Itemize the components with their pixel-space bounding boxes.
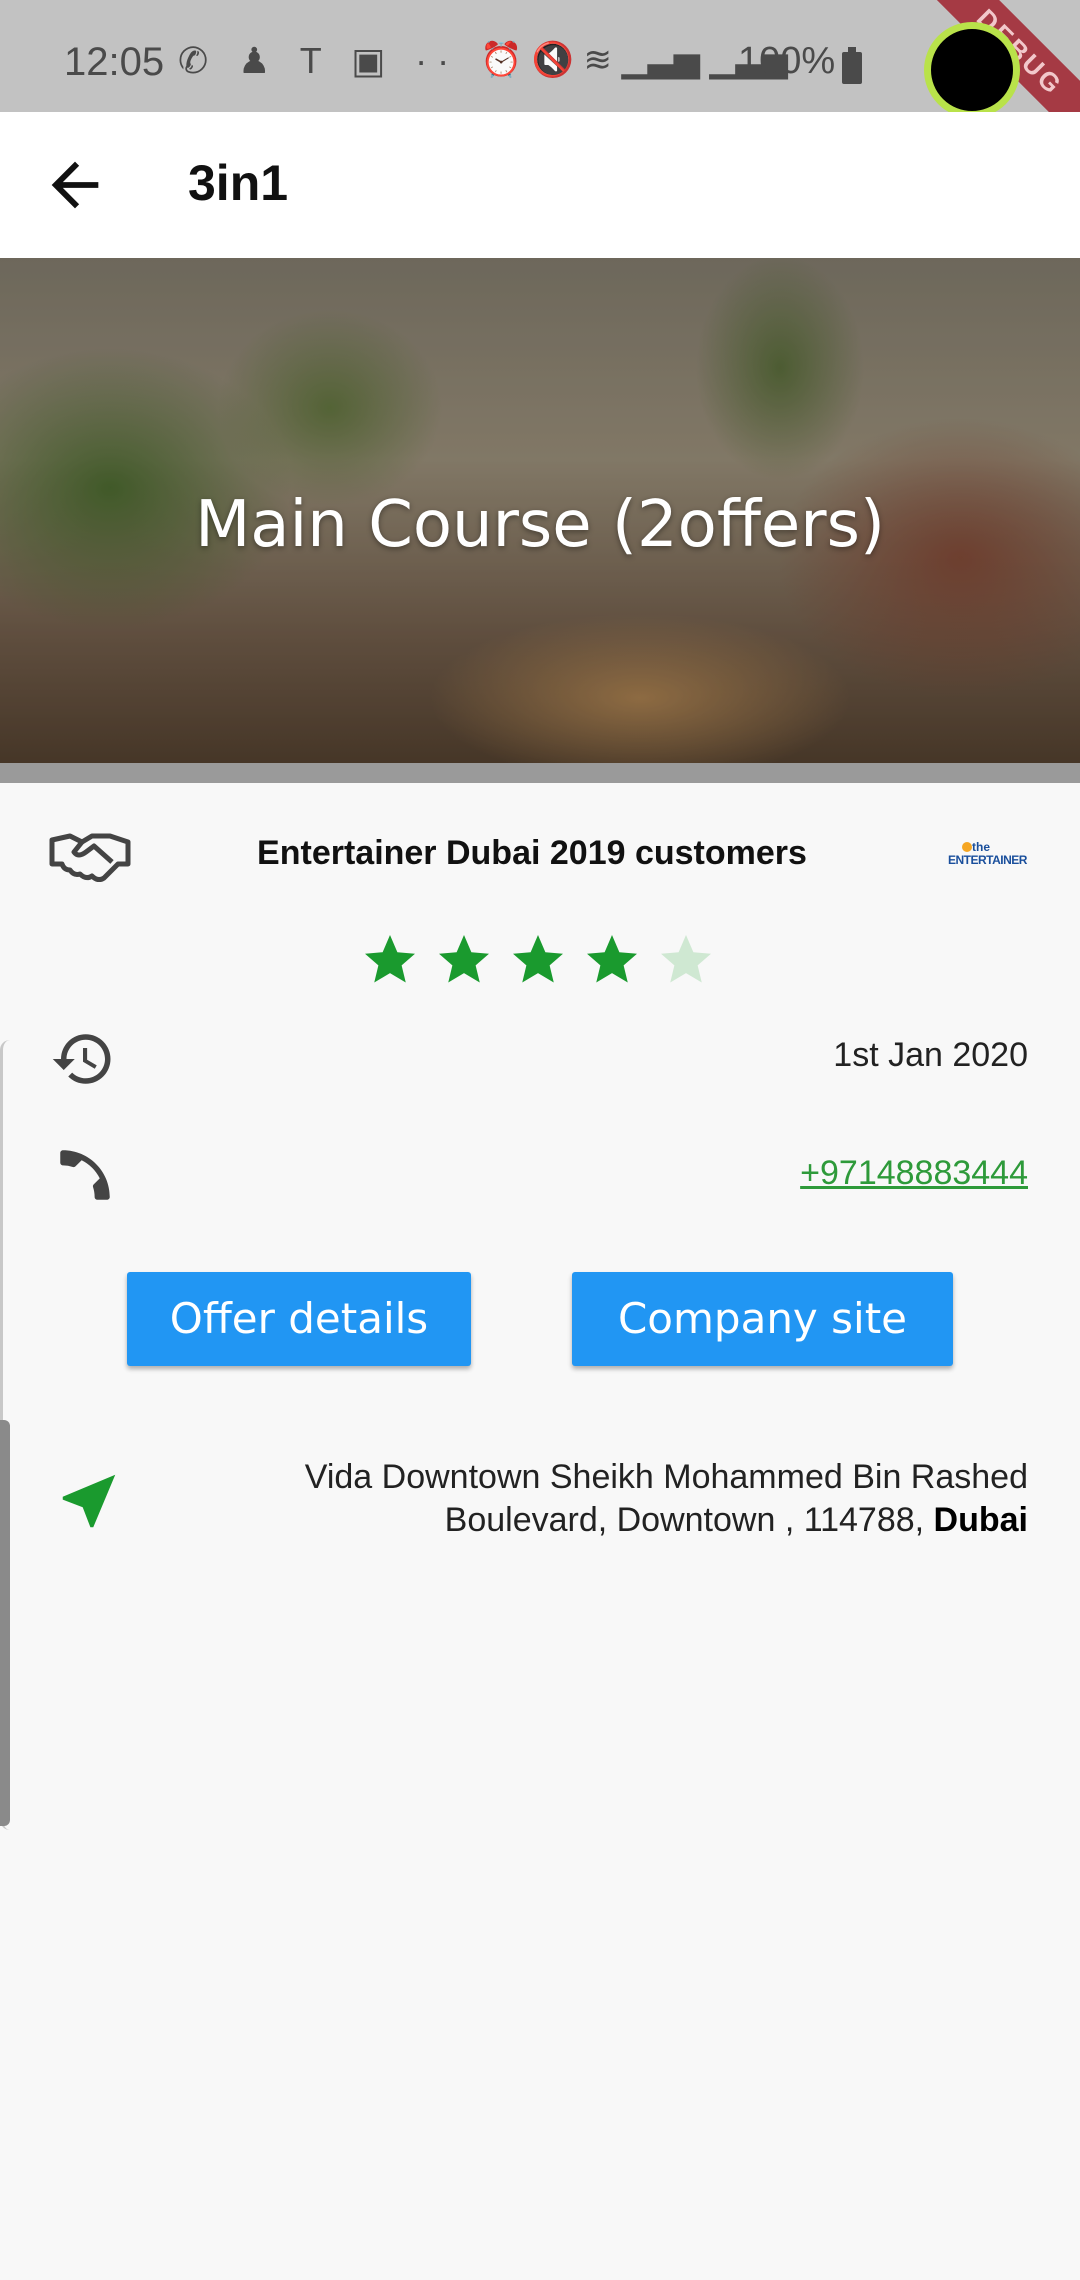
status-bar: 12:05 ✆ ♟ T ▣ ·· ⏰ 🔇 ≋ ▁▃▅ ▁▃▅ 100% DEBU… (0, 0, 1080, 153)
star-icon (365, 935, 415, 983)
hero-title: Main Course (2offers) (195, 488, 885, 562)
navigation-icon[interactable] (54, 1466, 124, 1536)
star-icon (513, 935, 563, 983)
offer-date: 1st Jan 2020 (833, 1036, 1028, 1074)
star-rating (360, 930, 720, 994)
hero-divider (0, 763, 1080, 783)
date-row: 1st Jan 2020 (0, 1020, 1080, 1100)
star-icon (587, 935, 637, 983)
app-bar: 3in1 (0, 112, 1080, 258)
star-icon (439, 935, 489, 983)
address-city: Dubai (933, 1501, 1028, 1539)
debug-overlay-dot[interactable] (924, 22, 1020, 118)
notification-icons: ✆ ♟ T ▣ ·· (178, 40, 460, 81)
arrow-left-icon (51, 161, 99, 209)
back-button[interactable] (40, 150, 110, 220)
phone-row: +97148883444 (0, 1138, 1080, 1218)
logo-main-text: ENTERTAINER (948, 853, 1027, 867)
logo-small-text: the (972, 840, 990, 854)
battery-icon (842, 47, 862, 84)
star-icon (661, 935, 711, 983)
partner-label: Entertainer Dubai 2019 customers (257, 834, 807, 872)
company-site-button[interactable]: Company site (572, 1272, 953, 1366)
scrollbar-thumb[interactable] (0, 1420, 10, 1826)
battery-percent: 100% (738, 40, 836, 82)
hero-image: Main Course (2offers) (0, 258, 1080, 763)
handshake-icon (49, 833, 131, 882)
logo-dot (962, 842, 972, 852)
partner-row: Entertainer Dubai 2019 customers the ENT… (0, 820, 1080, 890)
phone-number-link[interactable]: +97148883444 (800, 1154, 1028, 1193)
status-time: 12:05 (64, 40, 165, 84)
phone-icon (60, 1150, 110, 1200)
entertainer-logo: the ENTERTAINER (946, 840, 1030, 876)
page-title: 3in1 (188, 155, 289, 211)
address-row: Vida Downtown Sheikh Mohammed Bin Rashed… (0, 1452, 1080, 1552)
address-street: Vida Downtown Sheikh Mohammed Bin Rashed… (304, 1458, 1028, 1539)
offer-details-button[interactable]: Offer details (127, 1272, 471, 1366)
history-icon (52, 1034, 111, 1084)
address-text: Vida Downtown Sheikh Mohammed Bin Rashed… (168, 1456, 1028, 1542)
